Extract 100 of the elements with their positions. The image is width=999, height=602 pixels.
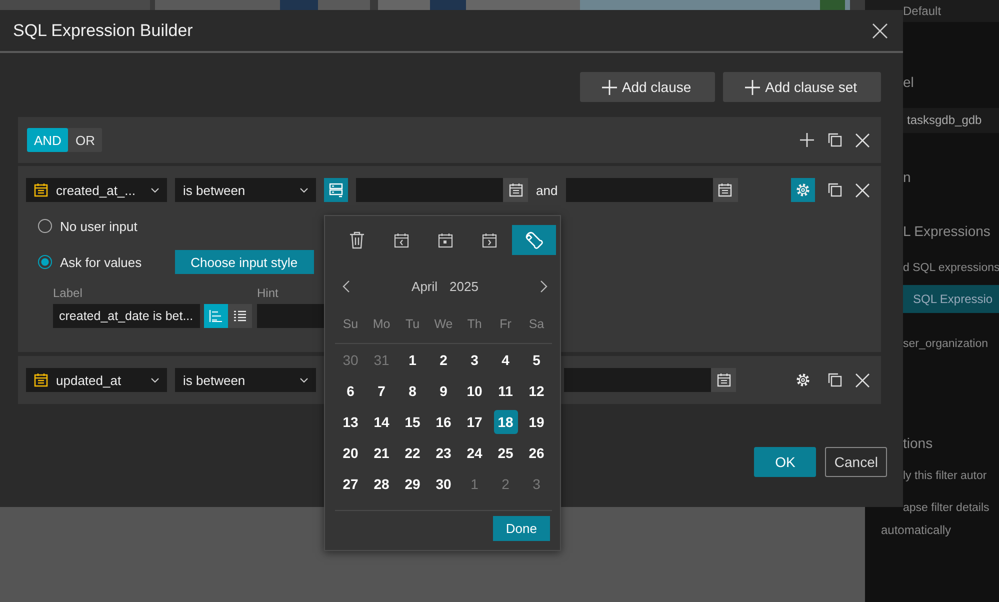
calendar-icon [716,373,730,387]
calendar-button[interactable] [503,178,528,202]
done-button[interactable]: Done [492,516,550,541]
copy-icon[interactable] [828,133,842,147]
panel-text: d SQL expressions [902,261,999,276]
field-select[interactable]: updated_at [26,368,167,392]
trash-icon [349,231,366,249]
field-label: Hint [257,286,278,300]
day-cell[interactable]: 22 [400,441,424,466]
cancel-button[interactable]: Cancel [825,447,887,477]
year-label[interactable]: 2025 [450,279,478,294]
close-icon[interactable] [855,132,870,148]
settings-icon [795,182,811,198]
weekday-label: Sa [528,317,546,331]
field-select[interactable]: created_at_... [26,178,167,202]
day-cell[interactable]: 30 [432,472,456,496]
chevron-down-icon [300,188,308,192]
calendar-right-icon [482,232,498,248]
weekday-label: Tu [404,317,421,331]
day-cell[interactable]: 26 [524,441,548,466]
month-label[interactable]: April [412,279,438,294]
radio-option[interactable]: No user input [38,218,138,234]
day-cell[interactable]: 9 [432,378,456,403]
day-cell[interactable]: 1 [400,348,424,372]
align-left-icon [209,310,223,322]
plus-icon[interactable] [799,132,815,148]
chevron-down-icon [151,188,159,192]
radio-option[interactable]: Ask for values [38,254,142,270]
date-field[interactable] [564,368,711,392]
panel-text: apse filter details [902,501,990,516]
day-cell[interactable]: 23 [432,441,456,466]
calendar-left-icon [394,232,409,248]
value-source-button[interactable] [324,178,348,202]
day-cell[interactable]: 18 [494,410,518,434]
weekday-label: Fr [498,317,512,331]
add-button[interactable]: Add clause set [723,72,881,102]
ok-button[interactable]: OK [754,447,816,477]
list-icon [328,182,344,198]
close-icon[interactable] [872,22,888,38]
day-cell[interactable]: 19 [524,410,548,434]
day-cell[interactable]: 24 [462,441,486,466]
day-cell[interactable]: 15 [400,410,424,434]
calendar-icon [34,183,48,197]
day-cell[interactable]: 4 [494,348,518,372]
day-cell[interactable]: 16 [432,410,456,434]
section-heading: el [902,73,915,92]
day-cell[interactable]: 20 [338,441,362,466]
day-cell[interactable]: 11 [494,378,518,403]
day-cell[interactable]: 7 [370,378,394,403]
calendar-button[interactable] [712,178,738,202]
day-cell[interactable]: 27 [338,472,362,496]
list-style-button[interactable] [228,304,252,328]
label-field[interactable]: created_at_date is bet... [53,304,200,328]
plus-icon [745,80,760,94]
plus-icon [602,80,617,94]
day-cell[interactable]: 28 [370,472,394,496]
chevron-down-icon [300,378,308,382]
date-field[interactable] [356,178,503,202]
weekday-label: Su [342,317,360,331]
day-cell[interactable]: 6 [338,378,362,403]
panel-text: automatically [880,522,952,539]
add-button[interactable]: Add clause [580,72,716,102]
weekday-label: Th [466,317,483,331]
calendar-icon [34,373,48,387]
day-cell[interactable]: 10 [462,378,486,403]
calendar-icon [508,183,522,197]
section-heading: n [902,168,912,187]
day-cell[interactable]: 5 [524,348,548,372]
day-cell[interactable]: 25 [494,441,518,466]
day-cell[interactable]: 8 [400,378,424,403]
day-cell[interactable]: 17 [462,410,486,434]
panel-text: ly this filter autor [902,469,988,484]
close-icon[interactable] [855,182,870,198]
settings-button[interactable] [512,225,556,255]
copy-icon[interactable] [828,373,842,387]
weekday-label: We [433,317,454,331]
operator-select[interactable]: is between [175,368,316,392]
day-cell[interactable]: 3 [462,348,486,372]
conjunction-label: and [536,182,558,198]
operator-select[interactable]: is between [175,178,316,202]
chevron-left-icon[interactable] [342,280,350,293]
close-icon[interactable] [855,372,870,388]
day-cell[interactable]: 12 [524,378,548,403]
section-heading: L Expressions [902,222,992,241]
list-icon [233,310,247,322]
day-cell[interactable]: 29 [400,472,424,496]
day-cell[interactable]: 13 [338,410,362,434]
choose-input-style-button[interactable]: Choose input style [174,250,314,274]
day-cell[interactable]: 21 [370,441,394,466]
panel-text: ser_organization [902,337,990,352]
day-cell[interactable]: 14 [370,410,394,434]
settings-icon [795,372,811,388]
copy-icon[interactable] [828,183,842,197]
chevron-right-icon[interactable] [540,280,548,293]
date-field[interactable] [566,178,713,202]
calendar-icon [718,183,732,197]
day-cell[interactable]: 2 [432,348,456,372]
calendar-button[interactable] [711,368,736,392]
dialog-title: SQL Expression Builder [13,20,193,40]
calendar-icon [438,232,453,248]
